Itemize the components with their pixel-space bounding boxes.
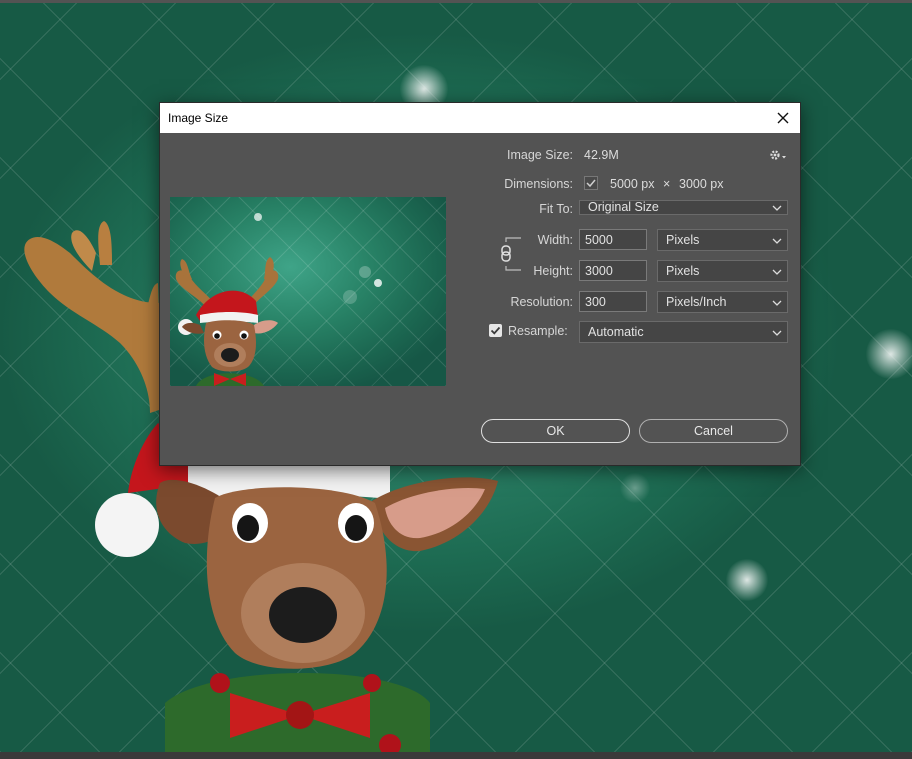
height-unit-value: Pixels	[666, 264, 700, 278]
dimensions-height: 3000 px	[679, 177, 724, 191]
chain-link-icon	[501, 237, 521, 271]
preview-reindeer	[175, 213, 382, 386]
dimensions-times-sign: ×	[663, 177, 671, 191]
close-button[interactable]	[766, 103, 800, 133]
dialog-title: Image Size	[168, 111, 229, 125]
resample-method-select[interactable]: Automatic	[579, 321, 788, 343]
chevron-down-icon	[772, 300, 782, 306]
resolution-input[interactable]: 300	[579, 291, 647, 312]
image-size-label: Image Size:	[506, 148, 573, 162]
resolution-unit-select[interactable]: Pixels/Inch	[657, 291, 788, 313]
dimensions-label: Dimensions:	[504, 177, 573, 191]
width-unit-select[interactable]: Pixels	[657, 229, 788, 251]
fit-to-label: Fit To:	[539, 202, 573, 216]
resample-checkbox[interactable]	[489, 324, 502, 337]
image-size-dialog: Image Size Image Size: 42.9M Dimensions:…	[159, 102, 801, 466]
width-unit-value: Pixels	[666, 233, 700, 247]
chevron-down-icon	[772, 238, 782, 244]
cancel-button[interactable]: Cancel	[639, 419, 788, 443]
resolution-label: Resolution:	[510, 295, 573, 309]
resolution-unit-value: Pixels/Inch	[666, 295, 727, 309]
image-size-value: 42.9M	[584, 148, 619, 162]
dimensions-width: 5000 px	[610, 177, 655, 191]
settings-menu-button[interactable]	[768, 147, 788, 163]
resample-method-value: Automatic	[588, 325, 644, 339]
ok-button[interactable]: OK	[481, 419, 630, 443]
gear-icon	[770, 150, 786, 160]
chevron-down-icon	[772, 205, 782, 211]
height-unit-select[interactable]: Pixels	[657, 260, 788, 282]
width-input[interactable]: 5000	[579, 229, 647, 250]
chevron-down-icon	[772, 269, 782, 275]
app-bottom-strip	[0, 752, 912, 759]
close-icon	[777, 112, 789, 124]
height-input[interactable]: 3000	[579, 260, 647, 281]
fit-to-select[interactable]: Original Size	[579, 200, 788, 215]
image-preview[interactable]	[170, 197, 446, 386]
resample-label: Resample:	[508, 324, 568, 338]
chevron-down-icon	[772, 330, 782, 336]
constrain-proportions-toggle[interactable]	[499, 236, 523, 272]
dimensions-unit-toggle[interactable]	[584, 176, 598, 190]
width-label: Width:	[537, 233, 573, 247]
checkmark-icon	[586, 179, 596, 188]
fit-to-value: Original Size	[588, 200, 659, 214]
checkmark-icon	[490, 326, 501, 335]
height-label: Height:	[533, 264, 573, 278]
dialog-titlebar[interactable]: Image Size	[160, 103, 800, 133]
